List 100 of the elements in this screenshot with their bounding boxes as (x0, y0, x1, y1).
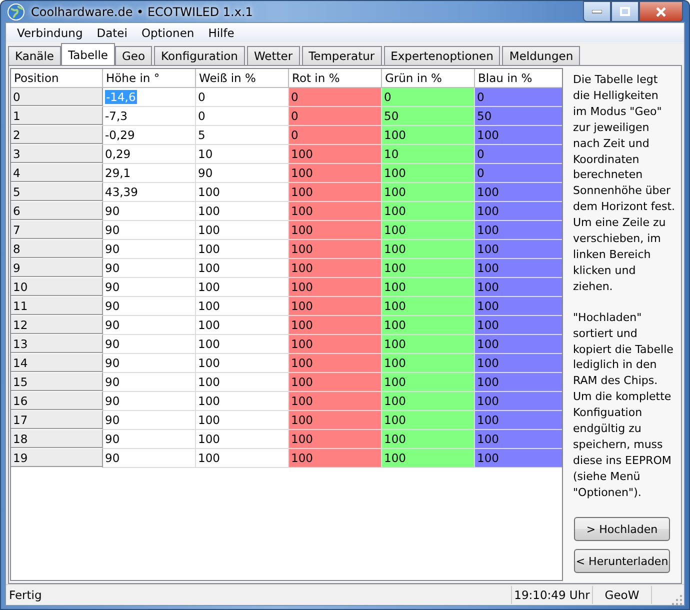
table-cell[interactable]: 100 (289, 354, 382, 373)
menu-item[interactable]: Datei (90, 26, 134, 40)
table-cell[interactable]: 10 (382, 145, 475, 164)
row-header[interactable]: 11 (11, 297, 103, 316)
table-cell[interactable]: 0 (289, 107, 382, 126)
table-cell[interactable]: 100 (475, 259, 562, 278)
table-cell[interactable]: 100 (289, 202, 382, 221)
table-cell[interactable]: 90 (103, 373, 196, 392)
table-cell[interactable]: 100 (382, 221, 475, 240)
table-cell[interactable]: 100 (289, 145, 382, 164)
menu-item[interactable]: Optionen (134, 26, 202, 40)
column-header[interactable]: Position (11, 69, 103, 88)
table-cell[interactable]: 90 (103, 354, 196, 373)
table-cell[interactable]: 90 (103, 278, 196, 297)
table-cell[interactable]: 29,1 (103, 164, 196, 183)
resize-grip-icon[interactable] (672, 595, 682, 605)
table-cell[interactable]: 100 (289, 335, 382, 354)
table-cell[interactable]: 90 (103, 430, 196, 449)
table-cell[interactable]: 100 (289, 240, 382, 259)
table-cell[interactable]: 0 (289, 126, 382, 145)
row-header[interactable]: 6 (11, 202, 103, 221)
row-header[interactable]: 17 (11, 411, 103, 430)
row-header[interactable]: 2 (11, 126, 103, 145)
table-cell[interactable]: 100 (382, 335, 475, 354)
table-cell[interactable]: 0,29 (103, 145, 196, 164)
table-cell[interactable]: 90 (103, 449, 196, 468)
upload-button[interactable]: > Hochladen (574, 517, 670, 541)
table-cell[interactable]: 100 (382, 202, 475, 221)
tab[interactable]: Wetter (246, 46, 300, 65)
row-header[interactable]: 19 (11, 449, 103, 468)
table-cell[interactable]: 100 (289, 221, 382, 240)
row-header[interactable]: 18 (11, 430, 103, 449)
table-cell[interactable]: 100 (382, 297, 475, 316)
table-cell[interactable]: 100 (382, 126, 475, 145)
download-button[interactable]: < Herunterladen (574, 549, 670, 573)
table-cell[interactable]: 100 (475, 297, 562, 316)
table-cell[interactable]: 100 (475, 202, 562, 221)
table-cell[interactable]: 100 (382, 316, 475, 335)
row-header[interactable]: 5 (11, 183, 103, 202)
tab[interactable]: Expertenoptionen (384, 46, 500, 65)
table-cell[interactable]: 90 (103, 392, 196, 411)
row-header[interactable]: 3 (11, 145, 103, 164)
table-cell[interactable]: 100 (382, 259, 475, 278)
table-cell[interactable]: 90 (103, 316, 196, 335)
table-cell[interactable]: 100 (475, 240, 562, 259)
table-cell[interactable]: 0 (475, 164, 562, 183)
table-cell[interactable]: 0 (475, 145, 562, 164)
tab[interactable]: Kanäle (8, 46, 61, 65)
minimize-button[interactable] (583, 1, 611, 22)
table-cell[interactable]: 100 (289, 164, 382, 183)
close-button[interactable] (639, 1, 683, 22)
table-cell[interactable]: 100 (382, 430, 475, 449)
row-header[interactable]: 10 (11, 278, 103, 297)
row-header[interactable]: 0 (11, 88, 103, 107)
row-header[interactable]: 7 (11, 221, 103, 240)
table-cell[interactable]: 90 (103, 411, 196, 430)
tab[interactable]: Tabelle (61, 43, 116, 65)
row-header[interactable]: 4 (11, 164, 103, 183)
table-cell[interactable]: 90 (103, 240, 196, 259)
table-cell[interactable]: 100 (289, 316, 382, 335)
table-cell[interactable]: 90 (103, 297, 196, 316)
table-cell[interactable]: 0 (382, 88, 475, 107)
table-cell[interactable]: 100 (289, 373, 382, 392)
table-cell[interactable]: 100 (382, 164, 475, 183)
row-header[interactable]: 13 (11, 335, 103, 354)
table-cell[interactable]: 90 (103, 202, 196, 221)
tab[interactable]: Temperatur (302, 46, 382, 65)
table-cell[interactable]: 100 (382, 411, 475, 430)
table-cell[interactable]: 0 (289, 88, 382, 107)
table-cell[interactable]: 100 (289, 278, 382, 297)
table-cell[interactable]: 90 (103, 335, 196, 354)
row-header[interactable]: 8 (11, 240, 103, 259)
table-cell[interactable]: 100 (382, 373, 475, 392)
table-cell[interactable]: 100 (475, 221, 562, 240)
table-cell[interactable]: 100 (475, 316, 562, 335)
table-cell[interactable]: 100 (475, 411, 562, 430)
table-cell[interactable]: -7,3 (103, 107, 196, 126)
table-cell[interactable]: 100 (289, 183, 382, 202)
column-header[interactable]: Grün in % (382, 69, 475, 88)
table-cell[interactable]: 50 (382, 107, 475, 126)
row-header[interactable]: 14 (11, 354, 103, 373)
table-cell[interactable]: 100 (475, 354, 562, 373)
table-cell[interactable]: 43,39 (103, 183, 196, 202)
table-cell[interactable]: 100 (475, 449, 562, 468)
column-header[interactable]: Höhe in ° (103, 69, 196, 88)
table-cell[interactable]: 100 (475, 183, 562, 202)
table-cell[interactable]: 100 (382, 392, 475, 411)
table-cell[interactable]: 100 (382, 278, 475, 297)
table-cell[interactable]: -0,29 (103, 126, 196, 145)
row-header[interactable]: 15 (11, 373, 103, 392)
table-cell[interactable]: 0 (475, 88, 562, 107)
menu-item[interactable]: Verbindung (10, 26, 90, 40)
column-header[interactable]: Rot in % (289, 69, 382, 88)
table-cell[interactable]: 100 (475, 335, 562, 354)
tab[interactable]: Meldungen (502, 46, 580, 65)
table-cell[interactable]: 100 (289, 449, 382, 468)
row-header[interactable]: 1 (11, 107, 103, 126)
table-cell[interactable]: 100 (382, 240, 475, 259)
table-cell[interactable]: 100 (289, 392, 382, 411)
column-header[interactable]: Weiß in % (196, 69, 289, 88)
